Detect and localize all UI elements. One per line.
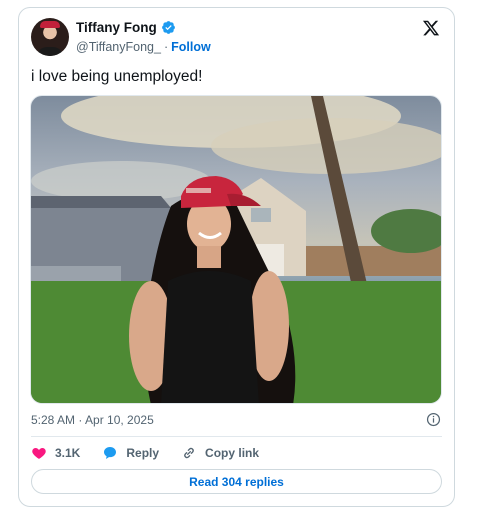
author-name[interactable]: Tiffany Fong <box>76 20 157 35</box>
info-icon[interactable] <box>426 412 441 427</box>
copy-link-action[interactable]: Copy link <box>181 445 259 461</box>
x-logo-icon[interactable] <box>422 19 440 37</box>
author-avatar[interactable] <box>31 18 69 56</box>
action-bar: 3.1K Reply Copy link <box>31 445 281 461</box>
photo-scene <box>31 96 441 403</box>
reply-bubble-icon <box>104 447 117 459</box>
heart-icon <box>32 448 46 459</box>
tweet-timestamp[interactable]: 5:28 AM · Apr 10, 2025 <box>31 413 154 427</box>
author-name-row: Tiffany Fong <box>76 20 176 35</box>
author-handle[interactable]: @TiffanyFong_ <box>76 40 161 54</box>
like-action[interactable]: 3.1K <box>31 445 80 461</box>
copy-link-label: Copy link <box>205 446 260 460</box>
like-count: 3.1K <box>55 446 81 460</box>
avatar-cap <box>40 21 60 28</box>
read-replies-button[interactable]: Read 304 replies <box>31 469 442 494</box>
tweet-text: i love being unemployed! <box>31 68 203 85</box>
tweet-photo[interactable] <box>30 95 442 404</box>
separator-dot: · <box>163 40 169 54</box>
link-icon <box>184 447 194 459</box>
follow-button[interactable]: Follow <box>171 40 211 54</box>
reply-action[interactable]: Reply <box>102 445 159 461</box>
embedded-tweet-card: Tiffany Fong @TiffanyFong_ · Follow i lo… <box>18 7 455 507</box>
verified-badge-icon <box>161 21 175 34</box>
author-handle-row: @TiffanyFong_ · Follow <box>76 40 211 54</box>
divider <box>31 436 442 437</box>
avatar-shirt <box>37 47 63 56</box>
reply-label: Reply <box>126 446 160 460</box>
